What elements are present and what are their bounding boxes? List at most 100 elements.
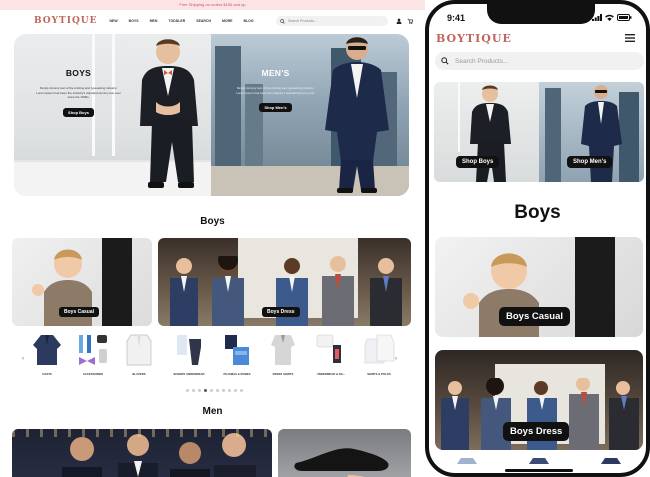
category-carousel: COATS ACCESSORIES BLAZERS BOXERS UNDERWE…: [22, 331, 402, 381]
carousel-item[interactable]: PAJAMAS & ROBES: [218, 331, 256, 376]
desktop-search-placeholder: Search Products...: [288, 19, 317, 23]
carousel-dot[interactable]: [240, 389, 243, 392]
carousel-item[interactable]: SHIRTS & POLOS: [360, 331, 398, 376]
pajamas-product-image: [225, 335, 249, 365]
mobile-search-input[interactable]: Search Products...: [435, 52, 644, 70]
hero-boys-copy: BOYS Simply dummy text of the printing a…: [36, 68, 121, 119]
signal-icon: [592, 14, 602, 21]
mobile-category-boys-dress[interactable]: Boys Dress: [435, 350, 643, 450]
blazer-product-image: [126, 334, 152, 366]
building: [545, 88, 561, 182]
men-section-title: Men: [202, 406, 223, 417]
carousel-dot[interactable]: [234, 389, 237, 392]
nav-item-new[interactable]: NEW: [110, 19, 118, 23]
carousel-dot[interactable]: [186, 389, 189, 392]
stair-rail: [575, 237, 615, 337]
mobile-search-placeholder: Search Products...: [455, 57, 509, 65]
nav-item-search[interactable]: SEARCH: [196, 19, 211, 23]
stair-rail: [102, 238, 132, 326]
nav-item-toddler[interactable]: TODDLER: [168, 19, 185, 23]
dress-shirt-product-image: [271, 335, 295, 365]
shirts-product-image: [364, 334, 395, 364]
men-shoes-image: [294, 448, 389, 477]
mobile-shop-men-button[interactable]: Shop Men's: [567, 156, 613, 168]
string-lights: [12, 429, 272, 437]
carousel-item[interactable]: UNDERWEAR & SO...: [312, 331, 350, 376]
wifi-icon: [605, 14, 614, 21]
carousel-item-label: UNDERWEAR & SO...: [316, 372, 346, 376]
brand-logo[interactable]: BOYTIQUE: [34, 16, 98, 26]
search-icon: [280, 18, 285, 24]
desktop-main-menu: NEW BOYS MEN TODDLER SEARCH MORE BLOG: [110, 19, 254, 23]
accessories-product-image: [79, 335, 107, 365]
carousel-item[interactable]: DRESS SHIRTS: [264, 331, 302, 376]
desktop-view: Free Shipping on orders $150 and up BOYT…: [0, 0, 425, 477]
promo-bar: Free Shipping on orders $150 and up: [0, 0, 425, 10]
hero-men-panel: MEN'S Simply dummy text of the printing …: [211, 34, 409, 196]
home-indicator: [505, 469, 573, 472]
carousel-item-label: BLAZERS: [132, 372, 146, 376]
peek-product-image: [529, 458, 549, 464]
carousel-pagination: [186, 389, 243, 392]
carousel-item-label: SHIRTS & POLOS: [367, 372, 391, 376]
carousel-dot[interactable]: [192, 389, 195, 392]
carousel-item-label: COATS: [42, 372, 52, 376]
cart-icon[interactable]: [407, 18, 413, 24]
boys-dress-button[interactable]: Boys Dress: [262, 307, 300, 317]
carousel-item[interactable]: ACCESSORIES: [74, 331, 112, 376]
desktop-search-input[interactable]: Search Products...: [276, 16, 388, 26]
search-icon: [441, 57, 449, 65]
hamburger-icon[interactable]: [625, 34, 635, 42]
hero-boys-panel: BOYS Simply dummy text of the printing a…: [14, 34, 211, 196]
carousel-dot[interactable]: [216, 389, 219, 392]
category-boys-casual[interactable]: Boys Casual: [12, 238, 152, 326]
mobile-boys-casual-button[interactable]: Boys Casual: [499, 307, 571, 326]
carousel-item[interactable]: BLAZERS: [120, 331, 158, 376]
status-icons: [592, 14, 632, 21]
carousel-item-label: DRESS SHIRTS: [272, 372, 294, 376]
hero-men-title: MEN'S: [261, 68, 290, 78]
desktop-hero-banner: BOYS Simply dummy text of the printing a…: [14, 34, 409, 196]
hero-men-copy: MEN'S Simply dummy text of the printing …: [233, 68, 318, 114]
mobile-category-boys-casual[interactable]: Boys Casual: [435, 237, 643, 337]
carousel-dot[interactable]: [198, 389, 201, 392]
mobile-hero-men: Shop Men's: [539, 82, 644, 182]
hero-boys-title: BOYS: [65, 68, 92, 78]
mobile-shop-boys-button[interactable]: Shop Boys: [456, 156, 500, 168]
shop-boys-button[interactable]: Shop Boys: [63, 107, 94, 117]
carousel-dot[interactable]: [210, 389, 213, 392]
nav-item-men[interactable]: MEN: [150, 19, 158, 23]
mobile-boys-dress-button[interactable]: Boys Dress: [503, 422, 570, 441]
carousel-dot[interactable]: [228, 389, 231, 392]
hero-men-text: Simply dummy text of the printing and ty…: [236, 86, 315, 95]
carousel-item-label: BOXERS UNDERWEAR: [173, 372, 205, 376]
nav-item-blog[interactable]: BLOG: [244, 19, 254, 23]
boys-section-title: Boys: [200, 216, 225, 227]
nav-item-boys[interactable]: BOYS: [129, 19, 139, 23]
nav-item-more[interactable]: MORE: [222, 19, 233, 23]
coat-product-image: [33, 335, 61, 365]
user-icon[interactable]: [396, 18, 402, 24]
status-time: 9:41: [447, 13, 466, 23]
men-suits-image: [62, 433, 256, 477]
category-men-shoes[interactable]: [278, 429, 411, 477]
category-men-suits[interactable]: [12, 429, 272, 477]
battery-icon: [617, 14, 632, 21]
mobile-brand-logo[interactable]: BOYTIQUE: [436, 32, 512, 45]
mobile-hero-boys: Shop Boys: [434, 82, 539, 182]
carousel-dot[interactable]: [222, 389, 225, 392]
boys-casual-button[interactable]: Boys Casual: [59, 307, 100, 317]
category-boys-dress[interactable]: Boys Dress: [158, 238, 411, 326]
mobile-boys-section-title: Boys: [514, 202, 561, 223]
carousel-dot-active[interactable]: [204, 389, 207, 392]
boxers-product-image: [177, 335, 201, 365]
carousel-item[interactable]: BOXERS UNDERWEAR: [170, 331, 208, 376]
shop-men-button[interactable]: Shop Men's: [259, 103, 292, 112]
mobile-hero-banner: Shop Boys Shop Men's: [434, 82, 644, 182]
hero-boys-text: Simply dummy text of the printing and ty…: [36, 86, 121, 99]
composite-screenshot: Free Shipping on orders $150 and up BOYT…: [0, 0, 650, 477]
peek-product-image: [601, 458, 621, 464]
peek-product-image: [457, 458, 477, 464]
desktop-header: BOYTIQUE NEW BOYS MEN TODDLER SEARCH MOR…: [0, 10, 425, 32]
carousel-item[interactable]: COATS: [28, 331, 66, 376]
